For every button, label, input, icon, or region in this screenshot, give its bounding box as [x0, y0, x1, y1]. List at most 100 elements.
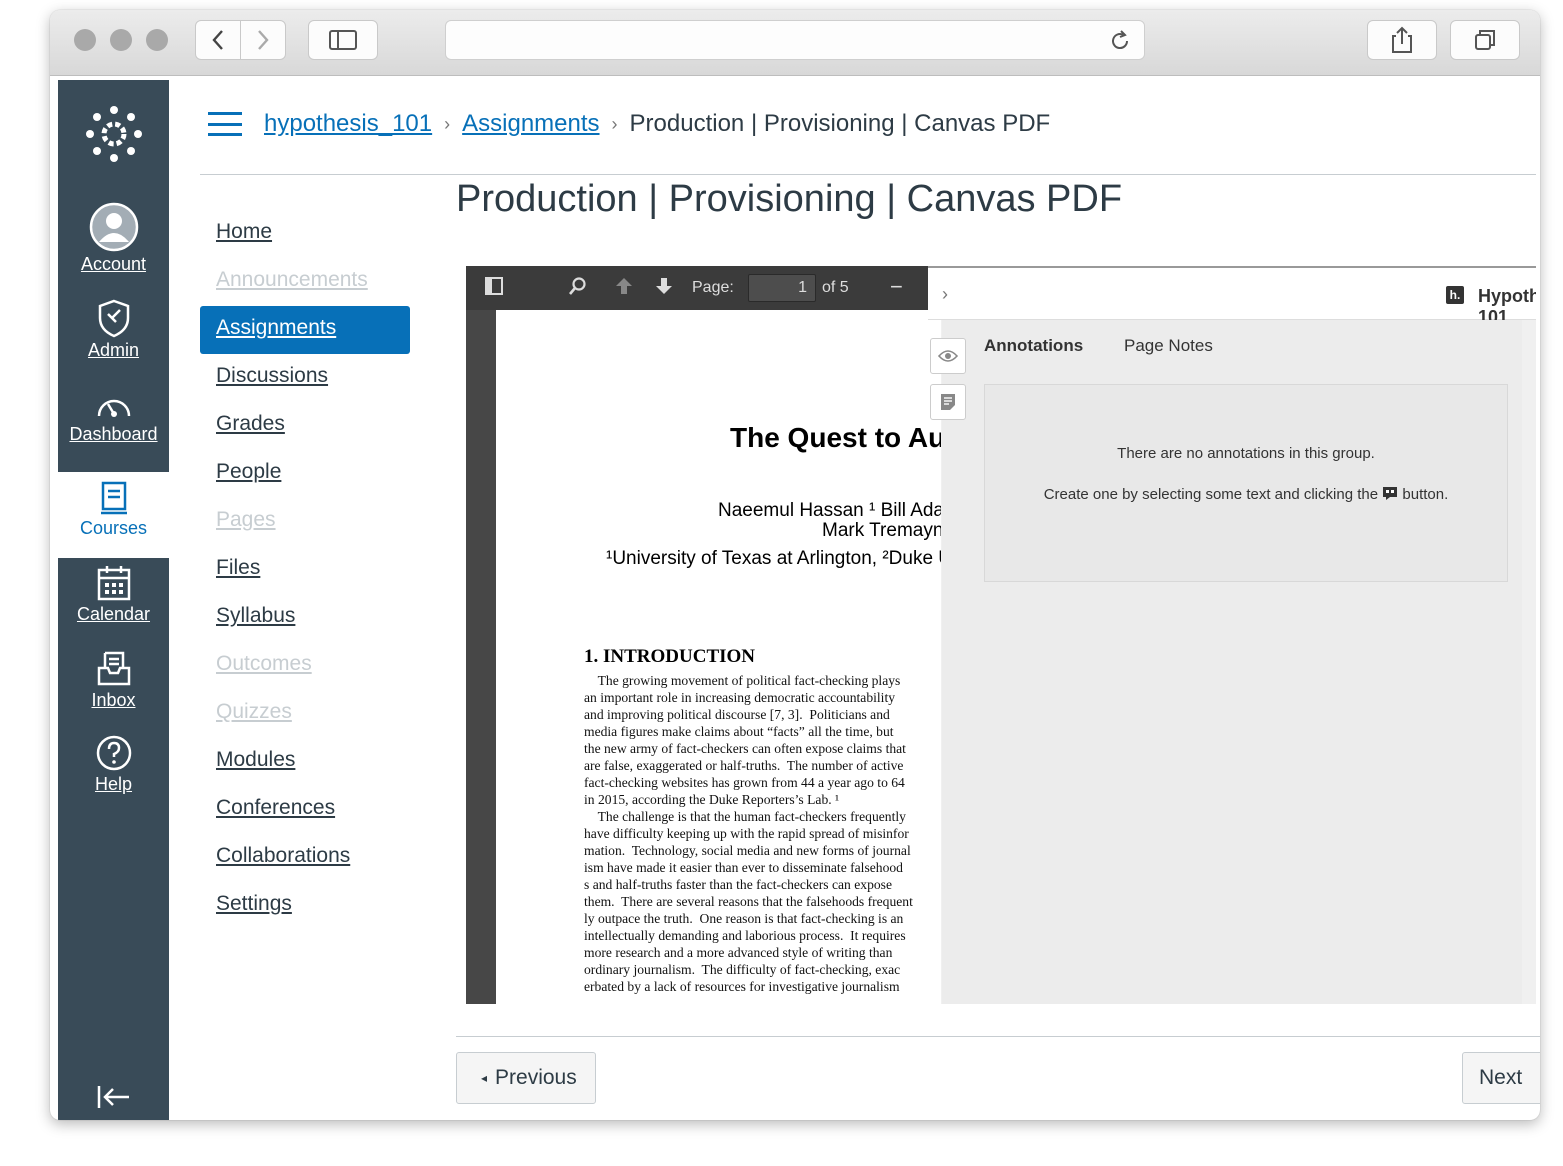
sidebar-icon [329, 30, 357, 50]
canvas-logo[interactable] [58, 104, 169, 164]
paper-affiliation: ¹University of Texas at Arlington, ²Duke… [606, 548, 941, 569]
global-nav-label: Courses [79, 518, 148, 538]
pdf-page-total: of 5 [822, 279, 849, 296]
help-icon [96, 735, 131, 771]
chevron-right-icon[interactable]: › [942, 284, 948, 305]
course-nav-assignments[interactable]: Assignments [200, 306, 410, 354]
pdf-page-label: Page: [692, 279, 734, 296]
global-nav-calendar[interactable]: Calendar [58, 564, 169, 625]
course-nav-grades[interactable]: Grades [200, 402, 410, 450]
back-button[interactable] [195, 20, 241, 60]
inbox-icon [97, 651, 130, 686]
browser-window: Account Admin Dashboard Courses Calendar… [50, 10, 1540, 1120]
global-nav-account[interactable]: Account [58, 202, 169, 275]
share-button[interactable] [1367, 20, 1437, 60]
course-nav-announcements[interactable]: Announcements [200, 258, 410, 306]
global-nav-dashboard[interactable]: Dashboard [58, 390, 169, 445]
course-nav-pages[interactable]: Pages [200, 498, 410, 546]
hamburger-menu-icon[interactable] [208, 112, 242, 136]
course-nav-outcomes[interactable]: Outcomes [200, 642, 410, 690]
global-nav-courses[interactable]: Courses [58, 472, 169, 558]
sidebar-toggle-button[interactable] [308, 20, 378, 60]
pdf-page: The Quest to Auto Naeemul Hassan ¹ Bill … [496, 310, 941, 1004]
global-nav-admin[interactable]: Admin [58, 298, 169, 361]
courses-icon [100, 481, 127, 515]
breadcrumb-current: Production | Provisioning | Canvas PDF [629, 110, 1051, 137]
minimize-window-button[interactable] [110, 29, 132, 51]
previous-label: Previous [495, 1066, 577, 1089]
page-title: Production | Provisioning | Canvas PDF [456, 178, 1123, 220]
calendar-icon [97, 566, 130, 601]
hypothesis-sidebar-header: › h. Hypothesis 101 [928, 266, 1536, 327]
reload-icon[interactable] [1106, 27, 1134, 55]
chevron-left-icon [212, 30, 223, 50]
collapse-nav-button[interactable] [58, 1084, 169, 1110]
global-nav-label: Help [94, 774, 133, 794]
course-nav-home[interactable]: Home [200, 210, 410, 258]
forward-button[interactable] [240, 20, 286, 60]
course-nav-settings[interactable]: Settings [200, 882, 410, 930]
caret-left-icon: ◂ [481, 1071, 488, 1085]
course-nav-discussions[interactable]: Discussions [200, 354, 410, 402]
breadcrumb-separator: › [611, 113, 618, 134]
pdf-toolbar: Page: 1 of 5 − [466, 266, 936, 310]
empty-annotations-message: There are no annotations in this group. … [984, 384, 1508, 582]
paper-section-heading: 1. INTRODUCTION [584, 646, 756, 667]
course-nav-syllabus[interactable]: Syllabus [200, 594, 410, 642]
tabs-overview-button[interactable] [1450, 20, 1520, 60]
global-nav-label: Inbox [91, 690, 136, 710]
course-nav-quizzes[interactable]: Quizzes [200, 690, 410, 738]
account-icon [89, 202, 138, 252]
global-navigation: Account Admin Dashboard Courses Calendar… [58, 80, 169, 1120]
header-divider [200, 174, 1536, 175]
course-nav-modules[interactable]: Modules [200, 738, 410, 786]
global-nav-label: Calendar [76, 604, 151, 624]
empty-message-line2: Create one by selecting some text and cl… [1043, 486, 1379, 503]
new-page-note-button[interactable] [930, 384, 966, 420]
breadcrumb-separator: › [444, 113, 451, 134]
share-icon [1392, 26, 1412, 53]
global-nav-label: Admin [87, 340, 140, 360]
breadcrumb-assignments-link[interactable]: Assignments [462, 110, 599, 138]
empty-message-line2-end: button. [1402, 486, 1449, 503]
collapse-arrow-icon [97, 1086, 129, 1108]
paper-authors: Naeemul Hassan ¹ Bill Adair ² [718, 500, 941, 521]
course-nav-files[interactable]: Files [200, 546, 410, 594]
tabs-icon [1475, 30, 1495, 50]
breadcrumb-course-link[interactable]: hypothesis_101 [264, 110, 432, 138]
eye-icon [938, 350, 958, 362]
tab-page-notes[interactable]: Page Notes [1124, 336, 1213, 356]
pdf-find-icon[interactable] [568, 276, 588, 301]
pdf-page-number-input[interactable]: 1 [748, 274, 816, 302]
previous-button[interactable]: ◂ Previous [456, 1052, 596, 1104]
global-nav-inbox[interactable]: Inbox [58, 650, 169, 711]
course-nav-conferences[interactable]: Conferences [200, 786, 410, 834]
address-bar[interactable] [445, 20, 1145, 60]
pdf-previous-page-icon[interactable] [614, 276, 634, 301]
canvas-logo-icon [85, 106, 142, 162]
pdf-sidebar-toggle-icon[interactable] [484, 276, 504, 301]
paper-authors-2: Mark Tremayne ¹ [822, 520, 941, 541]
global-nav-label: Dashboard [69, 424, 158, 444]
tab-annotations[interactable]: Annotations [984, 336, 1083, 356]
global-nav-label: Account [80, 254, 147, 274]
toggle-highlights-button[interactable] [930, 338, 966, 374]
browser-toolbar [50, 10, 1540, 76]
note-icon [941, 394, 955, 410]
course-navigation: Home Announcements Assignments Discussio… [200, 210, 410, 930]
zoom-window-button[interactable] [146, 29, 168, 51]
annotate-icon [1383, 487, 1398, 500]
next-button[interactable]: Next [1462, 1052, 1540, 1104]
pdf-zoom-out-icon[interactable]: − [890, 274, 903, 300]
breadcrumb: hypothesis_101 › Assignments › Productio… [208, 110, 1050, 138]
paper-title: The Quest to Auto [730, 422, 941, 453]
hypothesis-logo-icon: h. [1446, 286, 1464, 304]
course-nav-collaborations[interactable]: Collaborations [200, 834, 410, 882]
next-label: Next [1479, 1066, 1523, 1089]
close-window-button[interactable] [74, 29, 96, 51]
paper-body-text: The growing movement of political fact-c… [584, 673, 913, 994]
pdf-next-page-icon[interactable] [654, 276, 674, 301]
course-nav-people[interactable]: People [200, 450, 410, 498]
empty-message-line1: There are no annotations in this group. [1117, 445, 1375, 462]
global-nav-help[interactable]: Help [58, 734, 169, 795]
